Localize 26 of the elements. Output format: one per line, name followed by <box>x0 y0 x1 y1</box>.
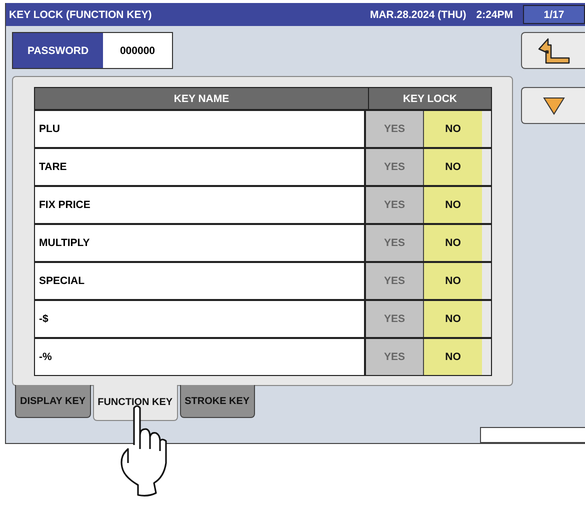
key-name-cell: MULTIPLY <box>35 225 366 261</box>
password-field[interactable]: PASSWORD 000000 <box>12 32 173 69</box>
password-label: PASSWORD <box>13 33 103 68</box>
date-text: MAR.28.2024 (THU) <box>370 8 466 20</box>
no-button[interactable]: NO <box>424 149 482 185</box>
key-name-cell: FIX PRICE <box>35 187 366 223</box>
key-name-cell: -$ <box>35 301 366 337</box>
no-button[interactable]: NO <box>424 301 482 337</box>
key-name-cell: SPECIAL <box>35 263 366 299</box>
no-button[interactable]: NO <box>424 225 482 261</box>
no-button[interactable]: NO <box>424 263 482 299</box>
column-header: KEY NAME <box>35 88 369 109</box>
tab[interactable]: DISPLAY KEY <box>15 385 91 418</box>
page-indicator: 1/17 <box>523 5 585 24</box>
column-header: KEY LOCK <box>402 92 458 106</box>
no-button[interactable]: NO <box>424 339 482 375</box>
password-value: 000000 <box>103 33 172 68</box>
key-name-cell: TARE <box>35 149 366 185</box>
screen-title: KEY LOCK (FUNCTION KEY) <box>9 8 152 20</box>
time-text: 2:24PM <box>476 8 513 20</box>
key-name-cell: -% <box>35 339 366 375</box>
no-button[interactable]: NO <box>424 111 482 147</box>
key-name-cell: PLU <box>35 111 366 147</box>
no-button[interactable]: NO <box>424 187 482 223</box>
tab[interactable]: STROKE KEY <box>180 385 255 418</box>
tab[interactable]: FUNCTION KEY <box>92 385 178 421</box>
